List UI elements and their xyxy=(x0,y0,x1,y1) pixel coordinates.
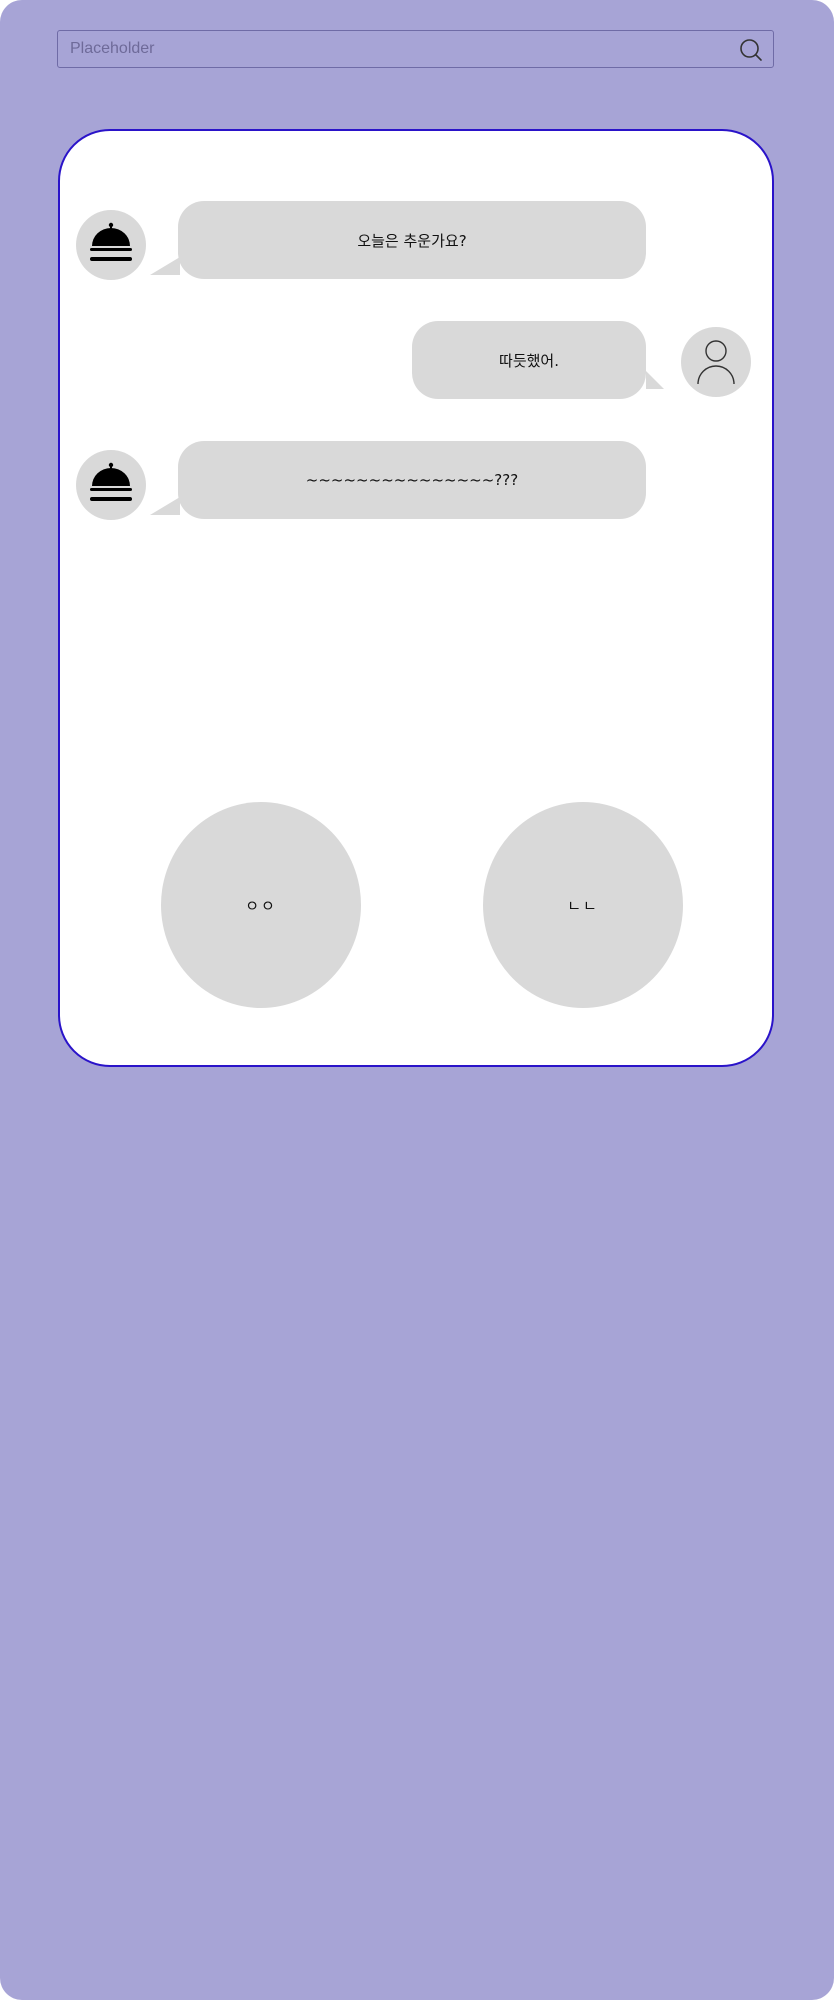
message-bubble-user: 따듯했어. xyxy=(412,321,646,399)
search-icon[interactable] xyxy=(739,38,763,62)
user-icon xyxy=(697,340,735,385)
reply-button-yes[interactable]: ㅇㅇ xyxy=(161,802,361,1008)
cloche-icon xyxy=(90,222,132,261)
user-avatar xyxy=(681,327,751,397)
app-frame: 오늘은 추운가요? 따듯했어. ~~~~~~~~~~~~~~~??? xyxy=(0,0,834,2000)
cloche-icon xyxy=(90,462,132,501)
bot-avatar xyxy=(76,210,146,280)
bubble-tail xyxy=(150,497,180,515)
bubble-tail xyxy=(150,257,180,275)
message-text: 따듯했어. xyxy=(499,351,559,370)
bot-avatar xyxy=(76,450,146,520)
message-text: 오늘은 추운가요? xyxy=(357,231,467,250)
chat-window: 오늘은 추운가요? 따듯했어. ~~~~~~~~~~~~~~~??? ㅇㅇ ㄴㄴ xyxy=(58,129,774,1067)
search-bar[interactable] xyxy=(57,30,774,68)
bubble-tail xyxy=(646,371,664,389)
reply-label: ㄴㄴ xyxy=(567,896,599,915)
reply-button-no[interactable]: ㄴㄴ xyxy=(483,802,683,1008)
search-input[interactable] xyxy=(58,31,730,67)
message-text: ~~~~~~~~~~~~~~~??? xyxy=(305,471,519,489)
message-bubble-bot: 오늘은 추운가요? xyxy=(178,201,646,279)
message-bubble-bot: ~~~~~~~~~~~~~~~??? xyxy=(178,441,646,519)
reply-label: ㅇㅇ xyxy=(245,896,277,915)
